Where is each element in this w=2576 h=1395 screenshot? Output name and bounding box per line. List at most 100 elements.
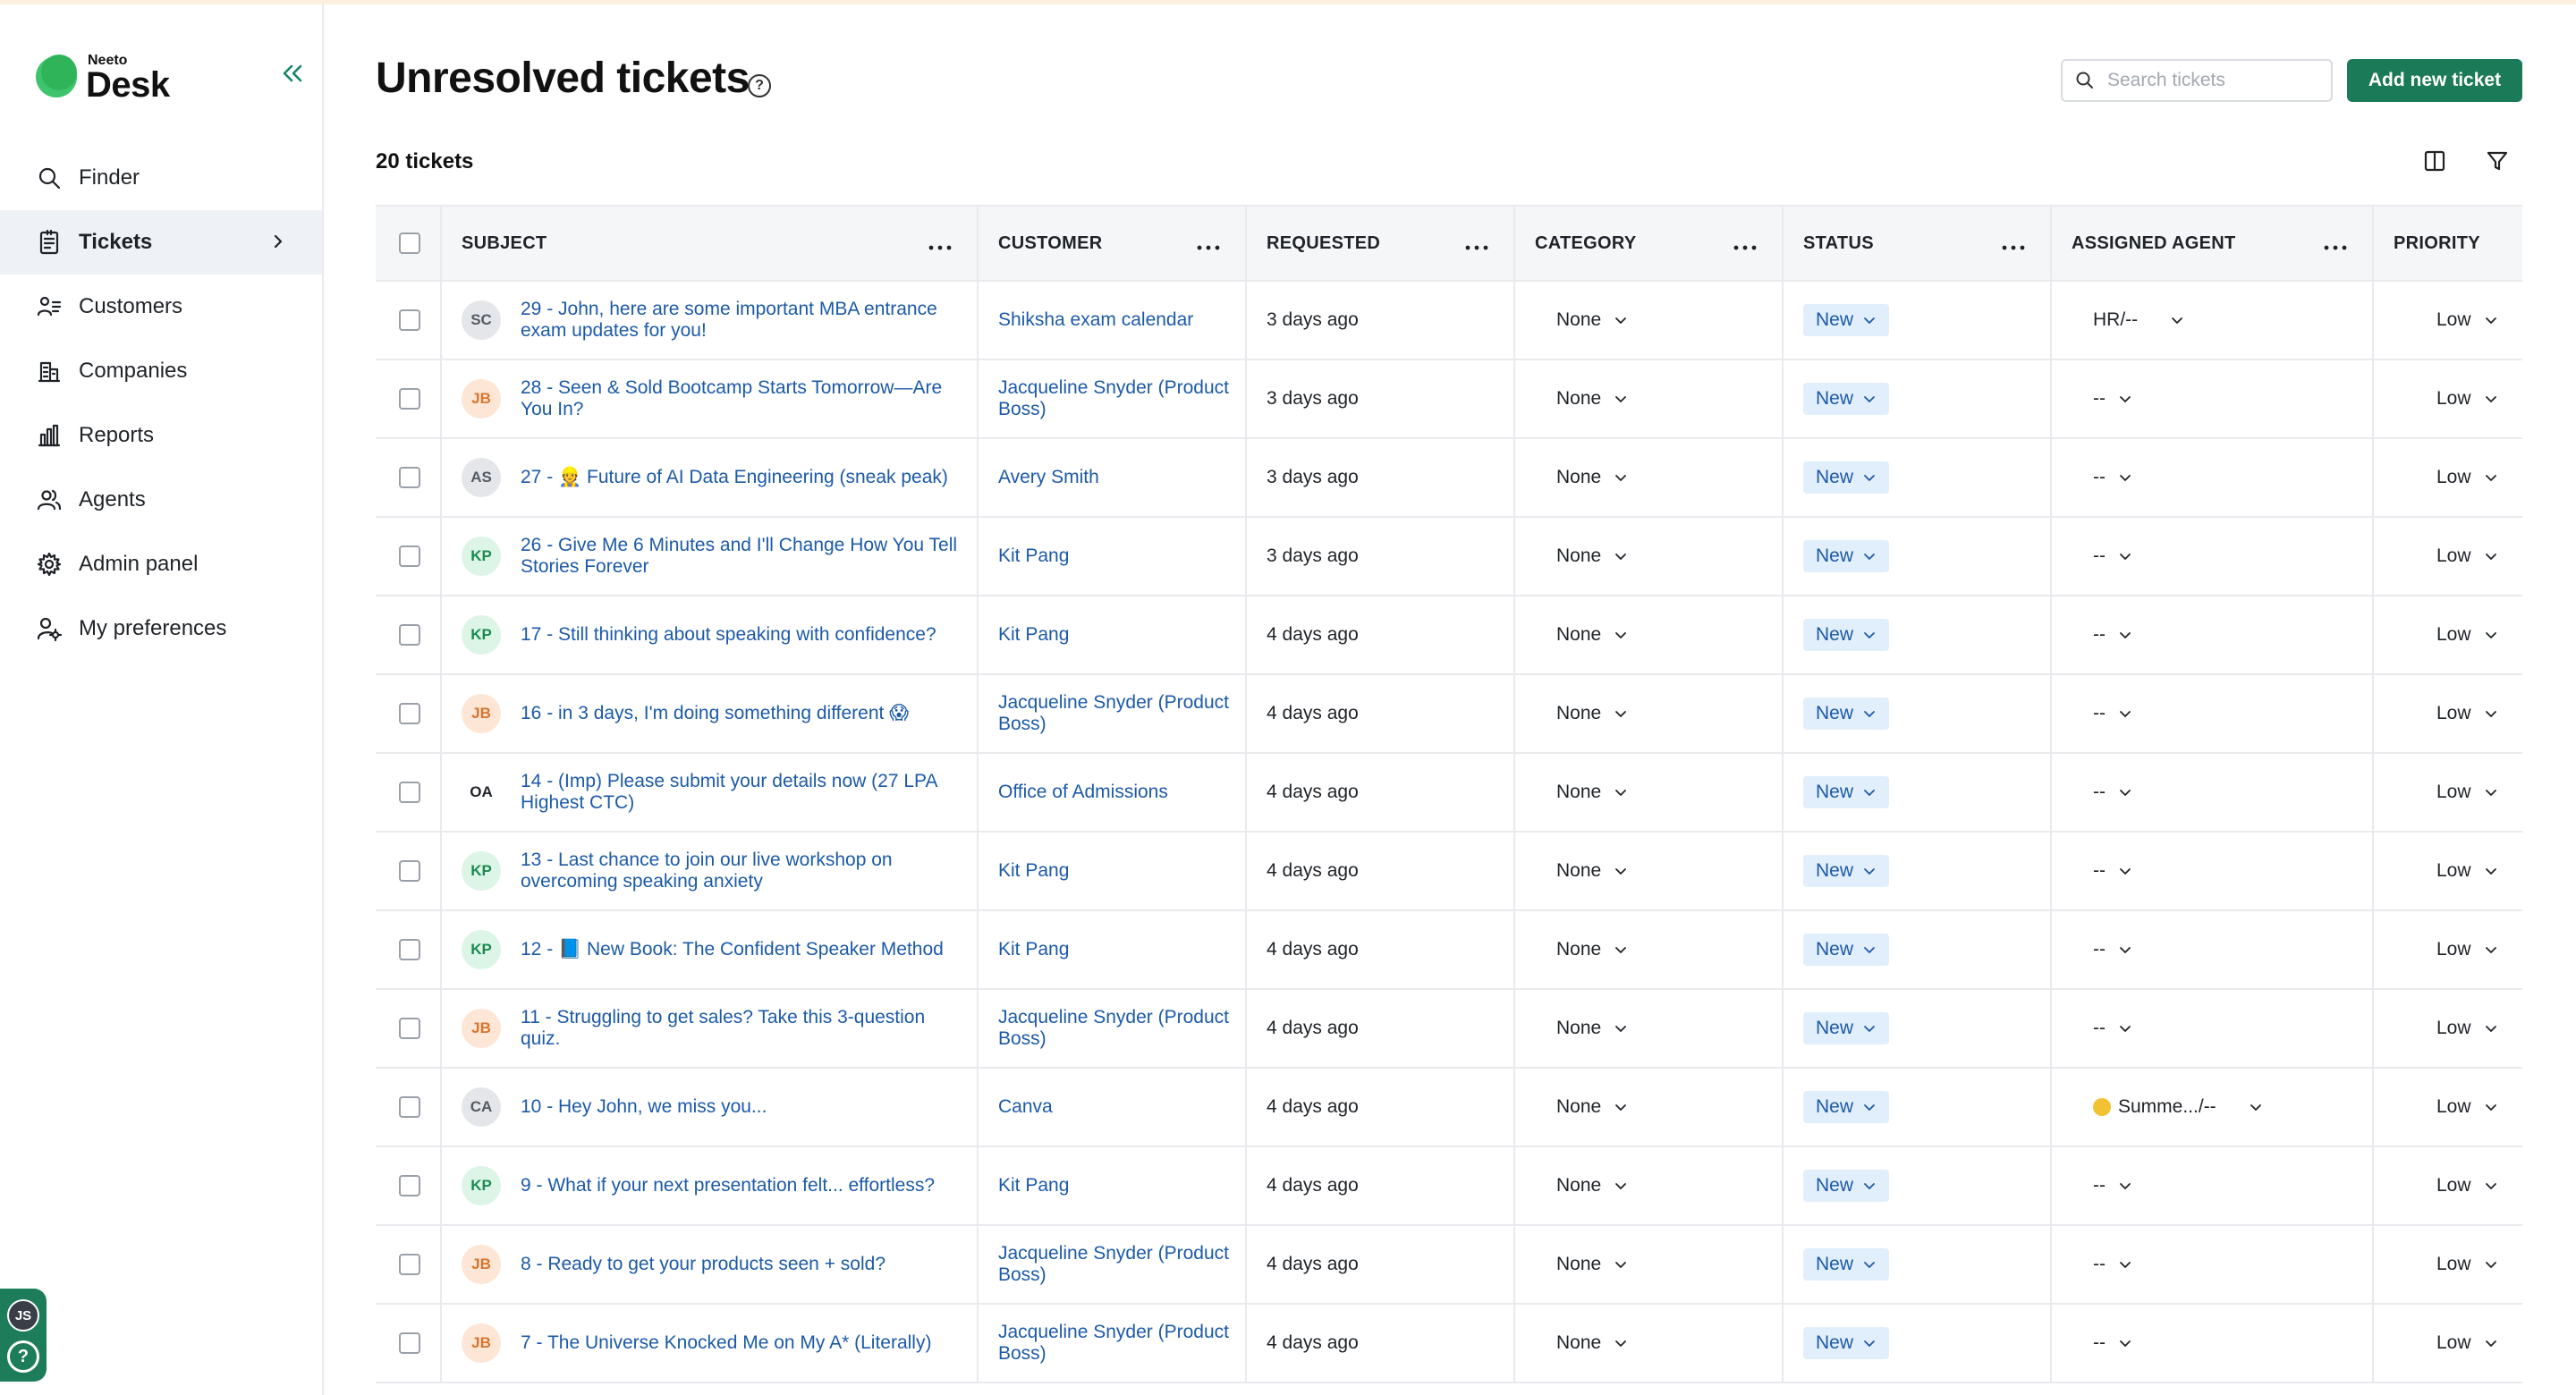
customer-link[interactable]: Shiksha exam calendar <box>998 309 1193 331</box>
row-checkbox[interactable] <box>399 1332 420 1354</box>
status-dropdown[interactable]: New <box>1803 1170 1890 1202</box>
sidebar-item-customers[interactable]: Customers <box>0 275 322 339</box>
sidebar-item-companies[interactable]: Companies <box>0 339 322 403</box>
assigned-agent-dropdown[interactable]: HR/-- <box>2093 282 2184 359</box>
sidebar-item-my-preferences[interactable]: My preferences <box>0 596 322 661</box>
assigned-agent-dropdown[interactable]: -- <box>2093 596 2132 673</box>
status-dropdown[interactable]: New <box>1803 698 1890 730</box>
sidebar-item-reports[interactable]: Reports <box>0 403 322 468</box>
row-checkbox[interactable] <box>399 703 420 724</box>
status-dropdown[interactable]: New <box>1803 461 1890 494</box>
ticket-subject-link[interactable]: 26 - Give Me 6 Minutes and I'll Change H… <box>521 535 959 578</box>
search-field[interactable] <box>2061 59 2333 102</box>
column-menu-button[interactable] <box>927 241 953 250</box>
customer-link[interactable]: Avery Smith <box>998 467 1099 488</box>
assigned-agent-dropdown[interactable]: -- <box>2093 518 2132 595</box>
table-row[interactable]: JB 8 - Ready to get your products seen +… <box>376 1226 2522 1305</box>
customer-link[interactable]: Kit Pang <box>998 1175 1069 1196</box>
table-row[interactable]: CA 10 - Hey John, we miss you... Canva 4… <box>376 1069 2522 1147</box>
status-dropdown[interactable]: New <box>1803 1248 1890 1281</box>
sidebar-item-agents[interactable]: Agents <box>0 468 322 532</box>
priority-dropdown[interactable]: Low <box>2436 1305 2498 1382</box>
assigned-agent-dropdown[interactable]: -- <box>2093 911 2132 988</box>
status-dropdown[interactable]: New <box>1803 1091 1890 1123</box>
table-row[interactable]: OA 14 - (Imp) Please submit your details… <box>376 754 2522 833</box>
brand-logo[interactable]: Neeto Desk <box>34 49 213 106</box>
status-dropdown[interactable]: New <box>1803 619 1890 651</box>
table-row[interactable]: JB 7 - The Universe Knocked Me on My A* … <box>376 1305 2522 1383</box>
assigned-agent-dropdown[interactable]: -- <box>2093 675 2132 752</box>
column-header-category[interactable]: CATEGORY <box>1535 207 1637 280</box>
table-row[interactable]: JB 11 - Struggling to get sales? Take th… <box>376 990 2522 1069</box>
category-dropdown[interactable]: None <box>1556 1305 1628 1382</box>
ticket-subject-link[interactable]: 14 - (Imp) Please submit your details no… <box>521 771 959 814</box>
priority-dropdown[interactable]: Low <box>2436 1226 2498 1303</box>
row-checkbox[interactable] <box>399 467 420 488</box>
collapse-sidebar-button[interactable] <box>275 58 309 89</box>
row-checkbox[interactable] <box>399 309 420 331</box>
ticket-subject-link[interactable]: 29 - John, here are some important MBA e… <box>521 299 959 342</box>
search-input[interactable] <box>2107 70 2322 91</box>
table-row[interactable]: KP 17 - Still thinking about speaking wi… <box>376 596 2522 675</box>
column-header-customer[interactable]: CUSTOMER <box>998 207 1102 280</box>
priority-dropdown[interactable]: Low <box>2436 990 2498 1067</box>
ticket-subject-link[interactable]: 16 - in 3 days, I'm doing something diff… <box>521 703 959 724</box>
category-dropdown[interactable]: None <box>1556 911 1628 988</box>
category-dropdown[interactable]: None <box>1556 990 1628 1067</box>
ticket-subject-link[interactable]: 13 - Last chance to join our live worksh… <box>521 850 959 892</box>
row-checkbox[interactable] <box>399 1018 420 1039</box>
sidebar-item-tickets[interactable]: Tickets <box>0 210 322 275</box>
assigned-agent-dropdown[interactable]: -- <box>2093 990 2132 1067</box>
assigned-agent-dropdown[interactable]: -- <box>2093 1147 2132 1224</box>
status-dropdown[interactable]: New <box>1803 383 1890 415</box>
customer-link[interactable]: Jacqueline Snyder (Product Boss) <box>998 1243 1231 1286</box>
column-menu-button[interactable] <box>1732 241 1758 250</box>
column-divider[interactable] <box>977 207 979 280</box>
user-avatar[interactable]: JS <box>7 1299 39 1332</box>
select-all-checkbox[interactable] <box>399 232 420 254</box>
status-dropdown[interactable]: New <box>1803 855 1890 887</box>
ticket-subject-link[interactable]: 11 - Struggling to get sales? Take this … <box>521 1007 959 1050</box>
column-divider[interactable] <box>1513 207 1515 280</box>
category-dropdown[interactable]: None <box>1556 754 1628 831</box>
filter-button[interactable] <box>2484 148 2511 174</box>
priority-dropdown[interactable]: Low <box>2436 1147 2498 1224</box>
category-dropdown[interactable]: None <box>1556 518 1628 595</box>
customer-link[interactable]: Jacqueline Snyder (Product Boss) <box>998 692 1231 735</box>
priority-dropdown[interactable]: Low <box>2436 360 2498 437</box>
assigned-agent-dropdown[interactable]: -- <box>2093 439 2132 516</box>
help-button[interactable]: ? <box>7 1340 39 1373</box>
priority-dropdown[interactable]: Low <box>2436 596 2498 673</box>
customer-link[interactable]: Kit Pang <box>998 624 1069 646</box>
sidebar-item-finder[interactable]: Finder <box>0 146 322 210</box>
column-settings-button[interactable] <box>2421 148 2448 174</box>
table-row[interactable]: JB 28 - Seen & Sold Bootcamp Starts Tomo… <box>376 360 2522 439</box>
status-dropdown[interactable]: New <box>1803 304 1890 336</box>
priority-dropdown[interactable]: Low <box>2436 675 2498 752</box>
column-divider[interactable] <box>1245 207 1247 280</box>
column-header-priority[interactable]: PRIORITY <box>2394 207 2480 280</box>
priority-dropdown[interactable]: Low <box>2436 911 2498 988</box>
ticket-subject-link[interactable]: 27 - 👷 Future of AI Data Engineering (sn… <box>521 467 959 488</box>
ticket-subject-link[interactable]: 28 - Seen & Sold Bootcamp Starts Tomorro… <box>521 377 959 420</box>
assigned-agent-dropdown[interactable]: -- <box>2093 754 2132 831</box>
customer-link[interactable]: Kit Pang <box>998 860 1069 882</box>
table-row[interactable]: JB 16 - in 3 days, I'm doing something d… <box>376 675 2522 754</box>
category-dropdown[interactable]: None <box>1556 360 1628 437</box>
assigned-agent-dropdown[interactable]: Summe.../-- <box>2093 1069 2263 1146</box>
column-header-status[interactable]: STATUS <box>1803 207 1874 280</box>
ticket-subject-link[interactable]: 9 - What if your next presentation felt.… <box>521 1175 959 1196</box>
category-dropdown[interactable]: None <box>1556 439 1628 516</box>
category-dropdown[interactable]: None <box>1556 1069 1628 1146</box>
priority-dropdown[interactable]: Low <box>2436 518 2498 595</box>
row-checkbox[interactable] <box>399 388 420 410</box>
status-dropdown[interactable]: New <box>1803 776 1890 808</box>
customer-link[interactable]: Jacqueline Snyder (Product Boss) <box>998 1322 1231 1365</box>
assigned-agent-dropdown[interactable]: -- <box>2093 833 2132 909</box>
ticket-subject-link[interactable]: 7 - The Universe Knocked Me on My A* (Li… <box>521 1332 959 1354</box>
assigned-agent-dropdown[interactable]: -- <box>2093 1226 2132 1303</box>
status-dropdown[interactable]: New <box>1803 934 1890 966</box>
column-menu-button[interactable] <box>1463 241 1490 250</box>
sidebar-item-admin-panel[interactable]: Admin panel <box>0 532 322 596</box>
category-dropdown[interactable]: None <box>1556 675 1628 752</box>
